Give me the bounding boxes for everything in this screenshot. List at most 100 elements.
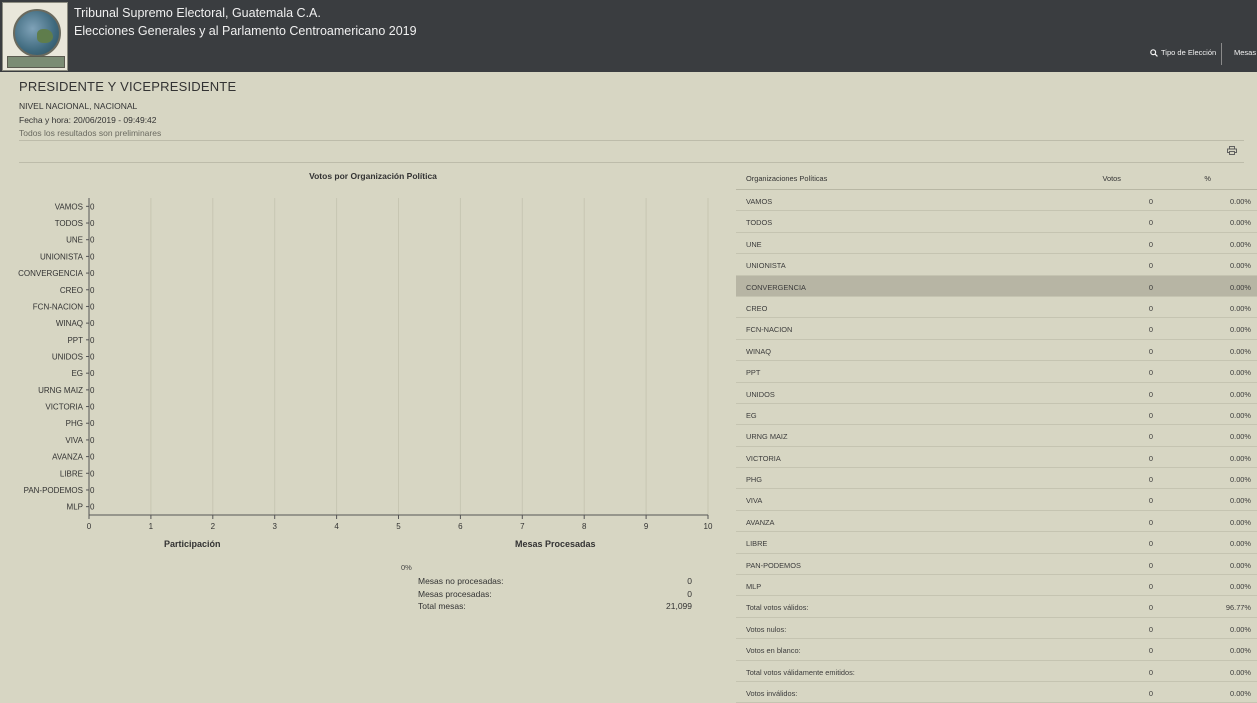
table-row[interactable]: VIVA 0 0.00% [736,489,1257,511]
table-row[interactable]: EG 0 0.00% [736,404,1257,426]
nivel-text: NIVEL NACIONAL, NACIONAL [19,101,138,111]
participacion-title: Participación [164,539,221,549]
votos-cell: 0 [1148,453,1153,463]
table-row[interactable]: CREO 0 0.00% [736,297,1257,319]
votos-cell: 0 [1148,389,1153,399]
x-tick-label: 1 [149,522,154,531]
tipo-eleccion-link[interactable]: Tipo de Elección [1150,48,1216,57]
table-row[interactable]: UNE 0 0.00% [736,233,1257,255]
votos-cell: 0 [1148,475,1153,485]
votos-cell: 0 [1148,239,1153,249]
table-row[interactable]: MLP 0 0.00% [736,575,1257,597]
votos-cell: 0 [1148,496,1153,506]
x-tick-label: 6 [458,522,463,531]
table-row[interactable]: PPT 0 0.00% [736,361,1257,383]
table-row[interactable]: PAN-PODEMOS 0 0.00% [736,554,1257,576]
org-cell: VIVA [746,496,763,506]
category-label: LIBRE [60,469,83,478]
x-tick-label: 5 [396,522,401,531]
table-row[interactable]: Total votos válidamente emitidos: 0 0.00% [736,661,1257,682]
mesas-value: 0 [687,576,692,586]
bar-value-label: 0 [90,286,95,295]
pct-cell: 0.00% [1230,218,1251,228]
votos-cell: 0 [1148,410,1153,420]
votos-cell: 0 [1148,368,1153,378]
top-bar: Tribunal Supremo Electoral, Guatemala C.… [0,0,1257,72]
bar-value-label: 0 [90,436,95,445]
org-cell: PAN-PODEMOS [746,560,801,570]
table-row[interactable]: VAMOS 0 0.00% [736,190,1257,212]
org-cell: WINAQ [746,346,772,356]
org-cell: Votos en blanco: [746,646,801,656]
table-row[interactable]: FCN-NACION 0 0.00% [736,318,1257,340]
table-row[interactable]: LIBRE 0 0.00% [736,532,1257,554]
x-tick-label: 2 [211,522,216,531]
pct-cell: 0.00% [1230,368,1251,378]
category-label: AVANZA [52,453,83,462]
votos-cell: 0 [1148,646,1153,656]
category-label: VICTORIA [45,403,83,412]
table-row[interactable]: AVANZA 0 0.00% [736,511,1257,533]
org-cell: TODOS [746,218,773,228]
mesas-link[interactable]: Mesas [1234,48,1256,57]
mesas-row: Total mesas: 21,099 [418,601,692,611]
bar-value-label: 0 [90,386,95,395]
table-row[interactable]: VICTORIA 0 0.00% [736,447,1257,469]
org-cell: CREO [746,303,768,313]
category-label: MLP [67,503,83,512]
pct-cell: 0.00% [1230,432,1251,442]
table-row[interactable]: CONVERGENCIA 0 0.00% [736,275,1257,297]
pct-cell: 0.00% [1230,346,1251,356]
x-tick-label: 0 [87,522,92,531]
mesas-value: 0 [687,588,692,599]
chart-title: Votos por Organización Política [309,171,437,181]
print-icon[interactable] [1227,146,1237,155]
org-cell: FCN-NACION [746,325,793,335]
org-title: Tribunal Supremo Electoral, Guatemala C.… [74,6,321,20]
mesas-label: Mesas no procesadas: [418,576,504,586]
table-row[interactable]: Votos en blanco: 0 0.00% [736,639,1257,661]
bar-value-label: 0 [90,503,95,512]
pct-cell: 0.00% [1230,239,1251,249]
bar-value-label: 0 [90,369,95,378]
org-cell: AVANZA [746,517,775,527]
pct-cell: 0.00% [1230,453,1251,463]
pct-cell: 0.00% [1230,197,1251,206]
election-title: Elecciones Generales y al Parlamento Cen… [74,24,417,38]
org-cell: Votos inválidos: [746,688,798,698]
category-label: UNIONISTA [40,252,84,261]
org-cell: PHG [746,475,763,485]
bar-value-label: 0 [90,236,95,245]
bar-value-label: 0 [90,252,95,261]
table-row[interactable]: UNIONISTA 0 0.00% [736,254,1257,276]
mesas-label: Total mesas: [418,601,466,611]
tipo-eleccion-label: Tipo de Elección [1161,48,1217,57]
table-row[interactable]: Total votos válidos: 0 96.77% [736,596,1257,618]
votos-cell: 0 [1148,539,1153,549]
table-row[interactable]: Votos inválidos: 0 0.00% [736,682,1257,703]
pct-cell: 0.00% [1230,496,1251,506]
org-cell: LIBRE [746,539,768,549]
category-label: CONVERGENCIA [18,269,84,278]
category-label: PPT [67,336,83,345]
header-votos: Votos [1102,174,1122,183]
org-cell: EG [746,410,757,420]
org-cell: PPT [746,368,761,378]
category-label: EG [71,369,83,378]
table-row[interactable]: Votos nulos: 0 0.00% [736,618,1257,640]
votos-cell: 0 [1148,582,1153,592]
votos-cell: 0 [1148,517,1153,527]
category-label: WINAQ [56,319,83,328]
category-label: TODOS [55,219,83,228]
org-cell: VICTORIA [746,453,781,463]
table-row[interactable]: URNG MAIZ 0 0.00% [736,425,1257,447]
table-row[interactable]: UNIDOS 0 0.00% [736,383,1257,404]
mesas-procesadas-title: Mesas Procesadas [515,539,596,549]
votos-cell: 0 [1148,432,1153,442]
table-row[interactable]: WINAQ 0 0.00% [736,340,1257,362]
votos-cell: 0 [1148,197,1153,206]
table-row[interactable]: TODOS 0 0.00% [736,211,1257,233]
table-row[interactable]: PHG 0 0.00% [736,468,1257,490]
category-label: URNG MAIZ [38,386,83,395]
pct-cell: 96.77% [1225,603,1251,613]
